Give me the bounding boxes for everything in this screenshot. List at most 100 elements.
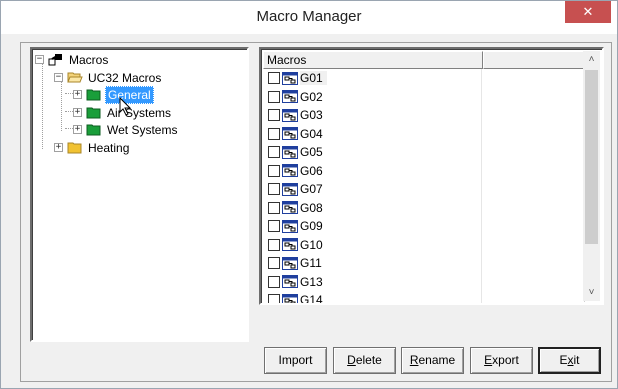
expand-icon[interactable]: +	[73, 125, 82, 134]
list-item[interactable]: G04	[263, 124, 585, 143]
row-checkbox[interactable]	[268, 109, 280, 122]
macro-icon	[282, 90, 298, 104]
row-checkbox[interactable]	[268, 164, 280, 177]
row-label: G07	[300, 182, 323, 197]
list-item[interactable]: G06	[263, 161, 585, 180]
list-item[interactable]: G11	[263, 254, 585, 273]
row-checkbox[interactable]	[268, 201, 280, 214]
row-label: G08	[300, 200, 323, 215]
tree-node-label: Macros	[69, 52, 109, 67]
expand-icon[interactable]: +	[73, 90, 82, 99]
tree-connector	[61, 81, 62, 131]
export-button-mnemonic: E	[484, 353, 493, 367]
tree-node-label: Air Systems	[107, 105, 172, 120]
column-header-macros[interactable]: Macros	[263, 51, 483, 69]
macro-icon	[282, 238, 298, 252]
list-item[interactable]: G03	[263, 106, 585, 125]
delete-button-mnemonic: D	[347, 353, 356, 367]
macros-list[interactable]: Macros G01 G02 G03 G04 G05 G06 G07 G08 G09 G10 G11…	[259, 47, 604, 305]
macro-icon	[282, 145, 298, 159]
row-checkbox[interactable]	[268, 294, 280, 303]
list-rows: G01 G02 G03 G04 G05 G06 G07 G08 G09 G10 G11 G13 G14	[263, 69, 585, 305]
delete-button[interactable]: Delete	[333, 347, 396, 374]
row-checkbox[interactable]	[268, 220, 280, 233]
row-checkbox[interactable]	[268, 183, 280, 196]
tree-node-general[interactable]: + General	[73, 85, 154, 104]
tree-node-uc32-macros[interactable]: − UC32 Macros	[54, 69, 163, 86]
window-title: Macro Manager	[256, 8, 362, 25]
row-divider	[481, 254, 482, 273]
row-divider	[481, 124, 482, 143]
list-item[interactable]: G01	[263, 69, 585, 88]
row-divider	[481, 235, 482, 254]
row-label: G13	[300, 274, 323, 289]
tree-node-label: UC32 Macros	[88, 70, 162, 85]
scroll-thumb[interactable]	[585, 70, 598, 244]
row-divider	[481, 217, 482, 236]
list-item[interactable]: G08	[263, 198, 585, 217]
close-button[interactable]: ✕	[565, 1, 611, 23]
collapse-icon[interactable]: −	[54, 73, 63, 82]
row-divider	[481, 291, 482, 303]
row-checkbox[interactable]	[268, 90, 280, 103]
exit-button[interactable]: Exit	[538, 347, 601, 374]
row-divider	[481, 180, 482, 199]
macro-icon	[282, 182, 298, 196]
row-checkbox[interactable]	[268, 257, 280, 270]
tree-node-macros[interactable]: − Macros	[35, 51, 110, 68]
list-item[interactable]: G09	[263, 217, 585, 236]
column-header-blank[interactable]	[483, 51, 585, 69]
list-item[interactable]: G07	[263, 180, 585, 199]
tree-node-wet-systems[interactable]: + Wet Systems	[73, 121, 179, 138]
scroll-down-icon[interactable]: ˅	[583, 284, 600, 301]
row-divider	[481, 106, 482, 125]
macro-icon	[282, 108, 298, 122]
list-header: Macros	[263, 51, 585, 69]
macro-icon	[282, 219, 298, 233]
row-divider	[481, 87, 482, 106]
list-item[interactable]: G02	[263, 87, 585, 106]
row-label: G05	[300, 145, 323, 160]
row-label: G09	[300, 219, 323, 234]
rename-button-label: ename	[418, 353, 456, 367]
title-bar[interactable]: Macro Manager ✕	[1, 1, 617, 34]
macro-tree-view[interactable]: − Macros − UC32 Macros + General + Air S…	[30, 47, 249, 342]
row-checkbox[interactable]	[268, 275, 280, 288]
row-checkbox[interactable]	[268, 146, 280, 159]
import-button[interactable]: Import	[264, 347, 327, 374]
row-checkbox[interactable]	[268, 238, 280, 251]
rename-button[interactable]: Rename	[401, 347, 464, 374]
exit-button-label: it	[573, 353, 580, 367]
row-label: G11	[300, 256, 322, 271]
tree-node-label: Heating	[88, 140, 130, 155]
tree-node-heating[interactable]: + Heating	[54, 139, 131, 156]
list-item[interactable]: G05	[263, 143, 585, 162]
macro-icon	[282, 71, 298, 85]
row-divider	[481, 69, 482, 88]
tree-connector	[65, 111, 73, 112]
expand-icon[interactable]: +	[54, 143, 63, 152]
expand-icon[interactable]: +	[73, 108, 82, 117]
row-checkbox[interactable]	[268, 127, 280, 140]
close-icon: ✕	[582, 4, 594, 19]
exit-button-label-pre: E	[559, 353, 568, 367]
list-item[interactable]: G10	[263, 235, 585, 254]
green-folder-icon	[86, 107, 101, 119]
row-label: G06	[300, 163, 323, 178]
macro-icon	[282, 293, 298, 303]
tree-connector	[42, 63, 43, 149]
collapse-icon[interactable]: −	[35, 55, 44, 64]
export-button-label: xport	[492, 353, 519, 367]
row-checkbox[interactable]	[268, 72, 280, 85]
import-button-label: Import	[278, 353, 313, 367]
vertical-scrollbar[interactable]: ˄ ˅	[583, 51, 600, 301]
list-item[interactable]: G14	[263, 291, 585, 305]
export-button[interactable]: Export	[470, 347, 533, 374]
scroll-up-icon[interactable]: ˄	[583, 51, 600, 68]
macro-icon	[282, 201, 298, 215]
list-item[interactable]: G13	[263, 272, 585, 291]
tree-node-label: Wet Systems	[107, 122, 178, 137]
tree-connector	[65, 93, 73, 94]
row-divider	[481, 161, 482, 180]
row-label: G14	[300, 293, 323, 305]
